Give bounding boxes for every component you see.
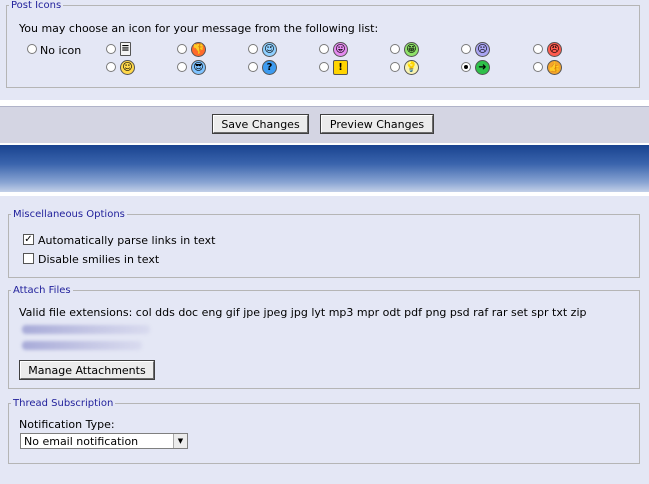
question-icon: ? [262,60,277,75]
notification-type-label: Notification Type: [19,418,115,431]
icon-radio-question[interactable] [248,62,258,72]
icon-radio-warning[interactable] [319,62,329,72]
icon-radio-arrow-right[interactable] [461,62,471,72]
icon-radio-page[interactable] [106,44,116,54]
wink-icon: 😉 [262,42,277,57]
thumbs-down-icon: 👎 [191,42,206,57]
no-icon-label: No icon [40,44,82,57]
post-icons-legend: Post Icons [11,0,62,11]
cool-icon: 😎 [191,60,206,75]
icon-radio-angry[interactable] [533,44,543,54]
smile-icon: ☺ [120,60,135,75]
arrow-right-icon: ➜ [475,60,490,75]
thread-subscription-fieldset: Thread Subscription [8,398,640,464]
frown-icon: ☹ [475,42,490,57]
warning-icon: ! [333,60,348,75]
icon-radio-tongue-out[interactable] [319,44,329,54]
notification-type-value: No email notification [24,435,139,448]
post-icons-prompt: You may choose an icon for your message … [19,22,379,35]
preview-changes-button[interactable]: Preview Changes [320,114,434,134]
section-header-band [0,145,649,192]
angry-icon: 😠 [547,42,562,57]
tongue-out-icon: 😛 [333,42,348,57]
attachment-item-1 [22,325,150,334]
no-icon-radio[interactable] [27,44,37,54]
chevron-down-icon[interactable]: ▼ [173,434,187,448]
valid-extensions-text: Valid file extensions: col dds doc eng g… [19,306,587,319]
parse-links-checkbox[interactable]: ✓ [23,234,34,245]
icon-radio-wink[interactable] [248,44,258,54]
notification-type-select[interactable]: No email notification ▼ [20,433,188,449]
icon-radio-frown[interactable] [461,44,471,54]
icon-radio-grin[interactable] [390,44,400,54]
disable-smilies-label: Disable smilies in text [38,253,160,266]
parse-links-label: Automatically parse links in text [38,234,216,247]
misc-options-legend: Miscellaneous Options [13,209,125,220]
icon-radio-cool[interactable] [177,62,187,72]
grin-icon: 😁 [404,42,419,57]
manage-attachments-button[interactable]: Manage Attachments [19,360,155,380]
disable-smilies-checkbox[interactable] [23,253,34,264]
icon-radio-thumbs-down[interactable] [177,44,187,54]
attach-files-legend: Attach Files [13,285,71,296]
icon-radio-smile[interactable] [106,62,116,72]
page-icon: ≡ [120,42,131,56]
thumbs-up-icon: 👍 [547,60,562,75]
save-changes-button[interactable]: Save Changes [212,114,309,134]
icon-radio-lightbulb[interactable] [390,62,400,72]
thread-subscription-legend: Thread Subscription [13,398,114,409]
attachment-item-2 [22,341,142,350]
lightbulb-icon: 💡 [404,60,419,75]
icon-radio-thumbs-up[interactable] [533,62,543,72]
